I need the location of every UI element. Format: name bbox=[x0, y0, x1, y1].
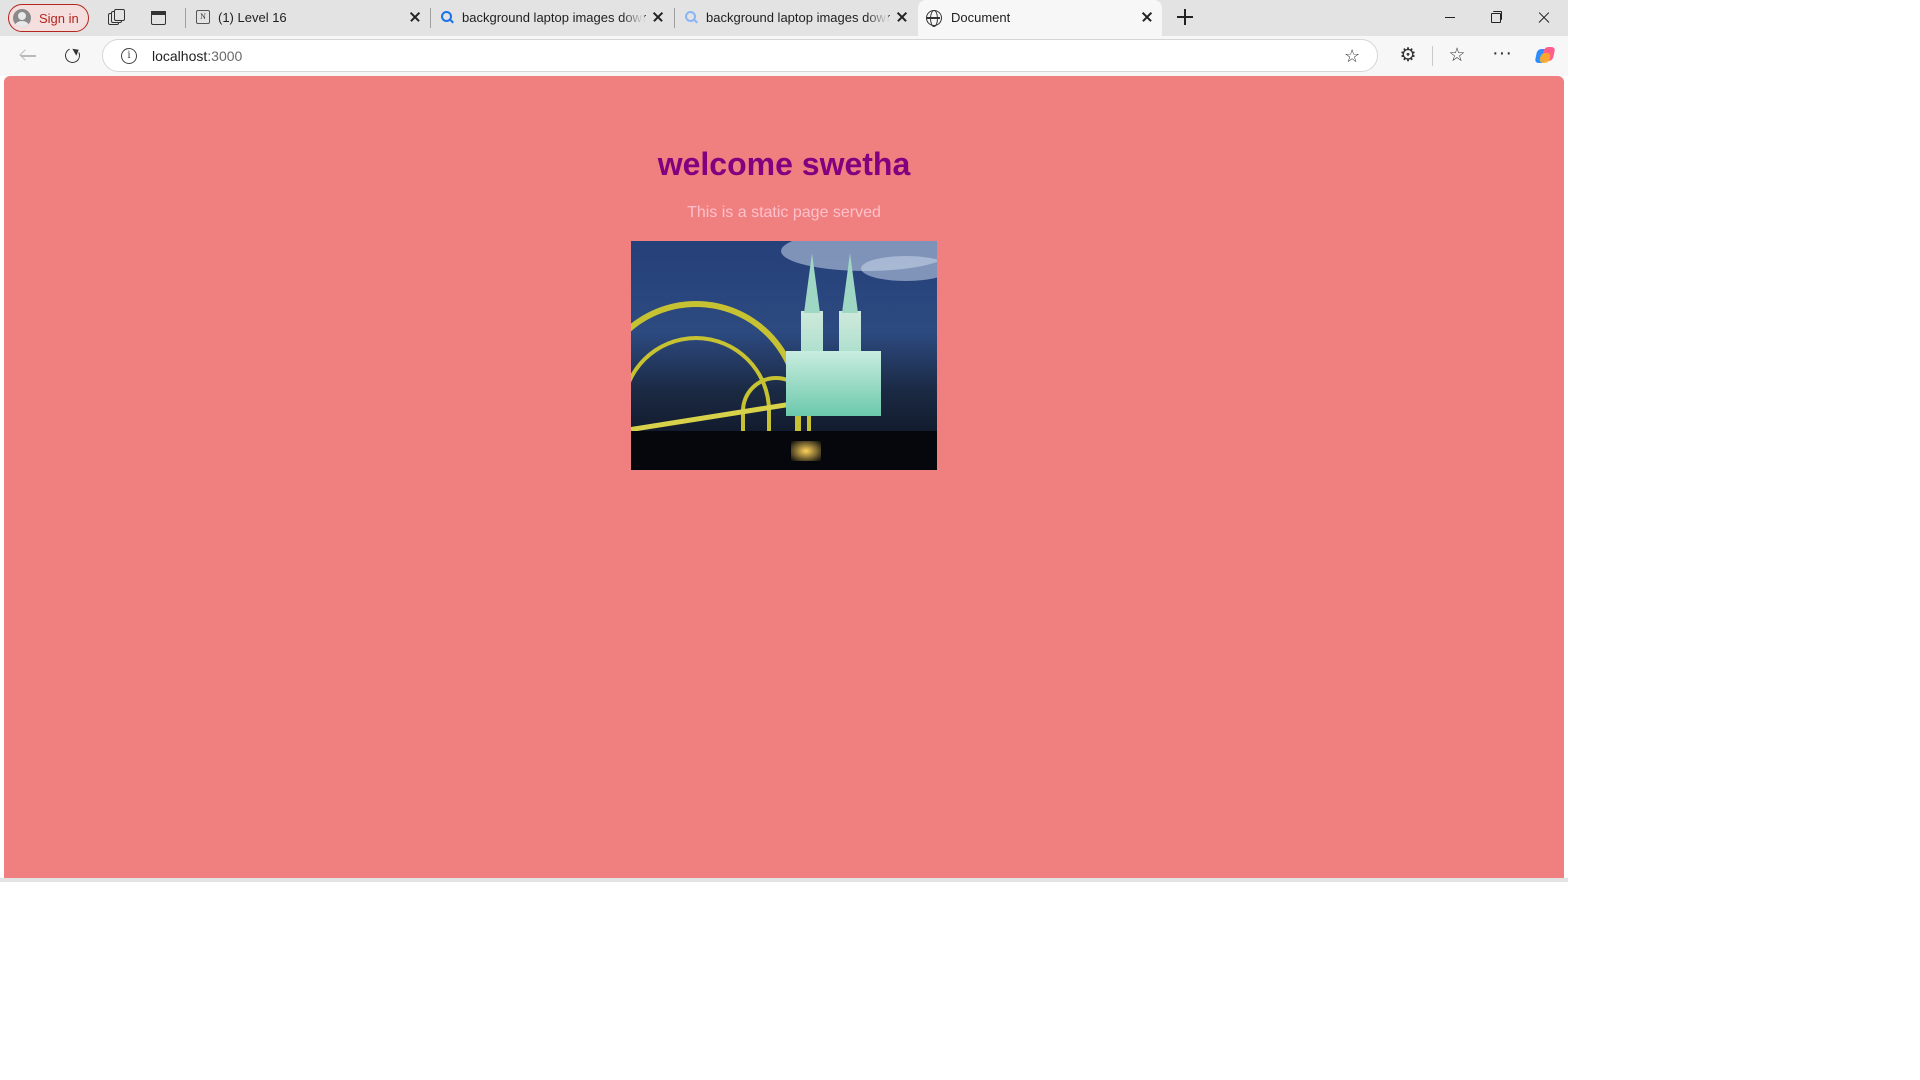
new-tab-icon[interactable] bbox=[1173, 5, 1197, 29]
site-info-icon[interactable]: i bbox=[121, 48, 137, 64]
search-icon bbox=[684, 10, 698, 24]
close-window-icon[interactable] bbox=[1530, 6, 1558, 30]
sign-in-label: Sign in bbox=[39, 10, 79, 26]
notion-icon: N bbox=[196, 10, 210, 24]
tab-title: background laptop images downl bbox=[706, 10, 890, 25]
url-host: localhost bbox=[152, 48, 208, 64]
close-tab-icon[interactable] bbox=[894, 9, 910, 25]
reload-icon[interactable] bbox=[61, 44, 85, 68]
tab-separator bbox=[185, 8, 186, 28]
tab-title: background laptop images downl bbox=[462, 10, 646, 25]
url-port: :3000 bbox=[207, 48, 243, 64]
page-subtext: This is a static page served bbox=[687, 204, 881, 221]
tab-actions-icon[interactable] bbox=[145, 5, 171, 31]
tab-search-2[interactable]: background laptop images downl bbox=[676, 2, 918, 33]
tab-title: Document bbox=[951, 10, 1011, 25]
window-bottom-edge bbox=[0, 878, 1568, 882]
profile-avatar-icon bbox=[13, 9, 31, 27]
back-arrow-icon[interactable] bbox=[16, 44, 40, 68]
workspaces-icon[interactable] bbox=[102, 5, 128, 31]
copilot-icon[interactable] bbox=[1533, 44, 1557, 68]
address-bar[interactable]: i localhost:3000 ☆ bbox=[102, 39, 1378, 72]
tab-title-fade bbox=[622, 6, 644, 28]
cathedral-bridge-photo bbox=[631, 241, 937, 470]
star-icon[interactable]: ☆ bbox=[1344, 46, 1360, 66]
tab-level-16[interactable]: N (1) Level 16 bbox=[188, 2, 428, 33]
page-heading: welcome swetha bbox=[657, 146, 911, 182]
minimize-icon[interactable] bbox=[1436, 6, 1464, 30]
globe-icon bbox=[926, 10, 942, 27]
close-tab-icon[interactable] bbox=[407, 9, 423, 25]
restore-icon[interactable] bbox=[1483, 6, 1511, 30]
tab-separator bbox=[430, 8, 431, 28]
browser-toolbar: i localhost:3000 ☆ ⚙ ☆ ··· bbox=[0, 36, 1568, 76]
search-icon bbox=[440, 10, 454, 24]
close-tab-icon[interactable] bbox=[650, 9, 666, 25]
tab-search-1[interactable]: background laptop images downl bbox=[432, 2, 674, 33]
tab-title: (1) Level 16 bbox=[218, 10, 287, 25]
url-text[interactable]: localhost:3000 bbox=[152, 48, 242, 64]
more-menu-icon[interactable]: ··· bbox=[1490, 43, 1514, 68]
tab-document-active[interactable]: Document bbox=[918, 0, 1162, 36]
extensions-icon[interactable]: ⚙ bbox=[1396, 44, 1420, 68]
tab-strip: Sign in N (1) Level 16 background laptop… bbox=[0, 0, 1568, 36]
tab-separator bbox=[674, 8, 675, 28]
toolbar-separator bbox=[1432, 46, 1433, 66]
close-tab-icon[interactable] bbox=[1139, 9, 1155, 25]
favorites-icon[interactable]: ☆ bbox=[1445, 44, 1469, 68]
tab-title-fade bbox=[866, 6, 888, 28]
sign-in-button[interactable]: Sign in bbox=[8, 4, 89, 32]
page-viewport: welcome swetha This is a static page ser… bbox=[4, 76, 1564, 878]
